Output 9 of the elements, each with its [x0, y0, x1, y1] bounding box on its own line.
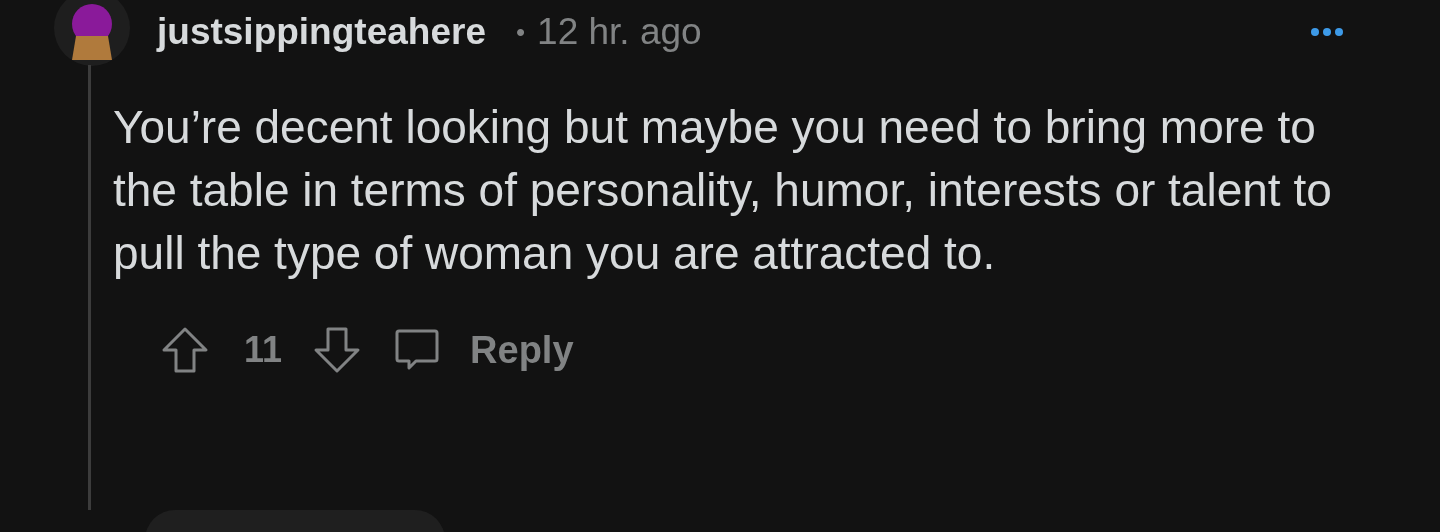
upvote-icon[interactable] [160, 325, 210, 375]
comment-text: You’re decent looking but maybe you need to bring more to the table in terms of personality, humor, interests or talent to pull the type of woman you are attracted to. [113, 100, 1333, 281]
avatar-icon[interactable] [54, 0, 130, 66]
timestamp: 12 hr. ago [537, 11, 702, 53]
more-options-icon[interactable] [1310, 27, 1344, 37]
vote-count: 11 [244, 329, 283, 371]
reply-button[interactable]: Reply [394, 327, 574, 373]
separator-dot: • [515, 16, 526, 48]
username[interactable]: justsippingteahere [157, 11, 486, 53]
